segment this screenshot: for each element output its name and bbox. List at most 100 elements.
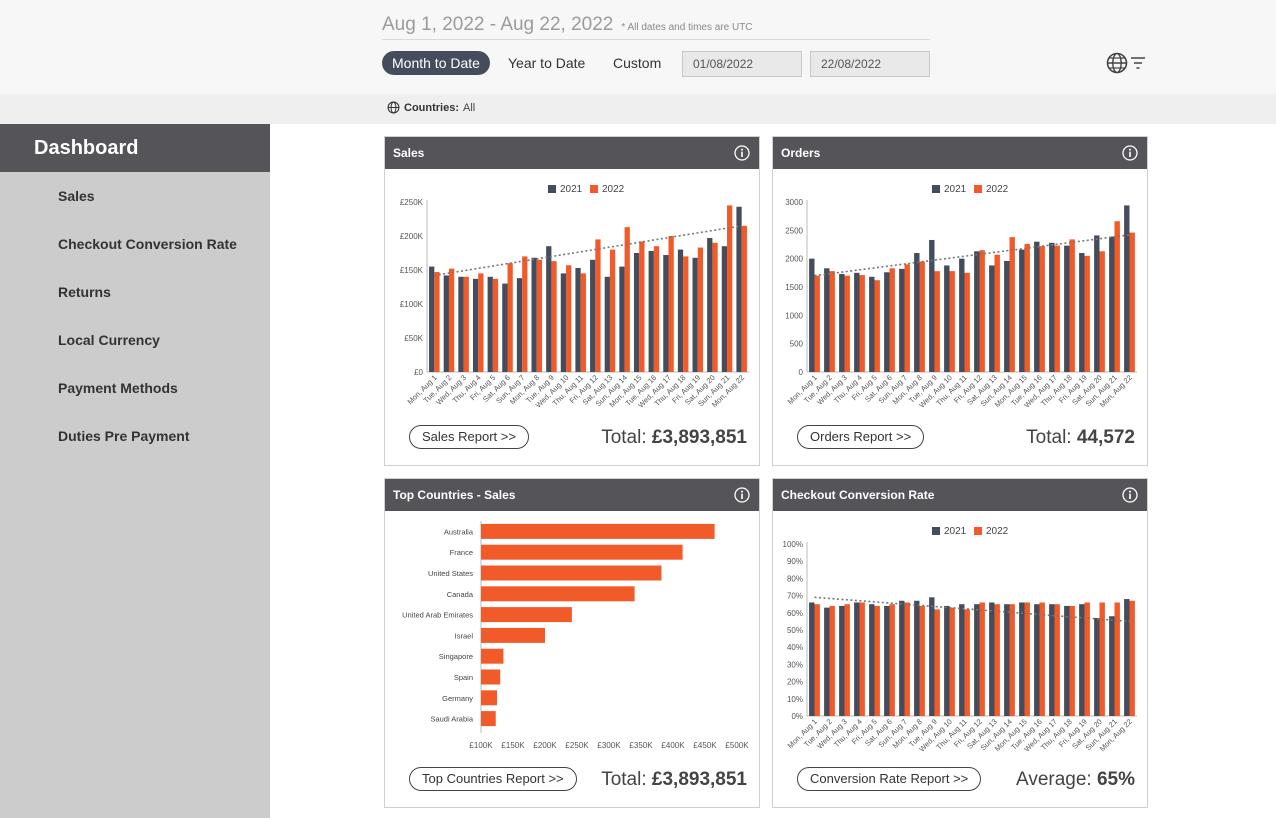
- y-tick-label: 1500: [785, 283, 803, 292]
- bar-2022: [1009, 237, 1015, 372]
- x-tick-label: £300K: [597, 741, 621, 750]
- bar-2021: [502, 283, 508, 372]
- bar-2022: [964, 609, 970, 716]
- conversion-average: Average: 65%: [1016, 769, 1135, 791]
- info-icon[interactable]: [1122, 487, 1138, 503]
- bar-2022: [964, 272, 970, 372]
- bar-2022: [1129, 600, 1135, 716]
- bar-2021: [458, 276, 464, 372]
- total-label: Total:: [601, 769, 647, 790]
- bar-2021: [839, 273, 845, 372]
- bar-2022: [979, 602, 985, 716]
- total-value: 44,572: [1076, 427, 1135, 448]
- y-tick-label: £150K: [400, 266, 424, 275]
- bar-2022: [712, 242, 718, 372]
- sales-chart: 2021 2022£0£50K£100K£150K£200K£250KMon, A…: [400, 184, 749, 410]
- info-icon[interactable]: [734, 145, 750, 161]
- card-header: Orders: [773, 137, 1147, 169]
- bar-2022: [844, 275, 850, 372]
- x-tick-label: £250K: [565, 741, 589, 750]
- bar-2021: [974, 251, 980, 372]
- legend-label-2021: 2021: [944, 526, 967, 537]
- bar-2021: [1019, 249, 1025, 372]
- legend-swatch-2021: [932, 185, 940, 193]
- card-header: Checkout Conversion Rate: [773, 479, 1147, 511]
- legend-swatch-2022: [974, 527, 982, 535]
- preset-custom[interactable]: Custom: [613, 51, 661, 75]
- preset-year-to-date[interactable]: Year to Date: [508, 51, 585, 75]
- sidebar: Dashboard Sales Checkout Conversion Rate…: [0, 124, 270, 818]
- bar-2021: [1019, 602, 1025, 716]
- start-date-input[interactable]: [682, 51, 802, 77]
- bar-2021: [824, 607, 830, 716]
- sidebar-title[interactable]: Dashboard: [0, 124, 270, 172]
- sales-report-button[interactable]: Sales Report >>: [409, 425, 529, 449]
- orders-total: Total: 44,572: [1026, 427, 1135, 449]
- bar-2022: [1114, 602, 1120, 716]
- bar-2021: [560, 273, 567, 372]
- y-tick-label: 30%: [787, 660, 803, 669]
- y-tick-label: £250K: [400, 198, 424, 207]
- sidebar-item-payment-methods[interactable]: Payment Methods: [0, 364, 270, 412]
- end-date-input[interactable]: [810, 51, 930, 77]
- bar-2021: [648, 250, 654, 372]
- total-value: £3,893,851: [651, 427, 747, 448]
- sidebar-item-returns[interactable]: Returns: [0, 268, 270, 316]
- card-title: Orders: [781, 146, 821, 160]
- globe-icon[interactable]: [1105, 51, 1129, 75]
- info-icon[interactable]: [734, 487, 750, 503]
- countries-label: Countries:: [404, 101, 459, 114]
- info-icon[interactable]: [1122, 145, 1138, 161]
- bar-2022: [507, 263, 513, 372]
- bar-2022: [1084, 602, 1090, 716]
- bar-2021: [1079, 253, 1085, 372]
- sidebar-item-local-currency[interactable]: Local Currency: [0, 316, 270, 364]
- preset-month-to-date[interactable]: Month to Date: [382, 51, 490, 75]
- orders-report-button[interactable]: Orders Report >>: [797, 425, 925, 449]
- bar-2022: [683, 256, 689, 372]
- card-title: Sales: [393, 146, 425, 160]
- bar-2021: [516, 278, 523, 372]
- country-label: Singapore: [439, 652, 473, 661]
- bar-2022: [448, 268, 455, 372]
- bar-2022: [1084, 255, 1090, 372]
- y-tick-label: 1000: [785, 311, 803, 320]
- y-tick-label: 0: [799, 368, 804, 377]
- filter-icon[interactable]: [1130, 56, 1146, 70]
- x-tick-label: £450K: [693, 741, 717, 750]
- bar-2021: [1124, 205, 1130, 372]
- bar-2021: [884, 605, 890, 716]
- bar-2022: [536, 259, 543, 372]
- country-bar: [481, 544, 683, 560]
- bar-2021: [1064, 605, 1070, 716]
- sidebar-item-sales[interactable]: Sales: [0, 172, 270, 220]
- card-header: Top Countries - Sales: [385, 479, 759, 511]
- bar-2022: [1039, 246, 1045, 372]
- bar-2022: [609, 249, 616, 372]
- bar-2022: [829, 605, 835, 716]
- sidebar-item-checkout-conversion-rate[interactable]: Checkout Conversion Rate: [0, 220, 270, 268]
- bar-2022: [697, 247, 704, 372]
- y-tick-label: 100%: [783, 540, 803, 549]
- country-bar: [481, 565, 662, 581]
- bar-2022: [741, 225, 747, 372]
- x-tick-label: £500K: [725, 741, 749, 750]
- country-bar: [481, 711, 496, 727]
- top-countries-report-button[interactable]: Top Countries Report >>: [409, 767, 577, 791]
- country-label: United Arab Emirates: [402, 611, 473, 620]
- bar-2022: [668, 236, 674, 372]
- legend-swatch-2021: [548, 185, 556, 193]
- countries-filter[interactable]: Countries: All: [387, 101, 475, 114]
- sidebar-item-duties-pre-payment[interactable]: Duties Pre Payment: [0, 412, 270, 460]
- bar-2022: [919, 605, 925, 716]
- country-bar: [481, 586, 635, 602]
- bar-2021: [989, 602, 995, 716]
- legend-label-2021: 2021: [944, 184, 967, 195]
- bar-2022: [949, 607, 955, 716]
- bar-2021: [736, 206, 742, 372]
- y-tick-label: 10%: [787, 695, 803, 704]
- bar-2022: [1054, 245, 1060, 372]
- bar-2022: [829, 271, 835, 372]
- x-tick-label: £150K: [501, 741, 525, 750]
- conversion-report-button[interactable]: Conversion Rate Report >>: [797, 767, 982, 791]
